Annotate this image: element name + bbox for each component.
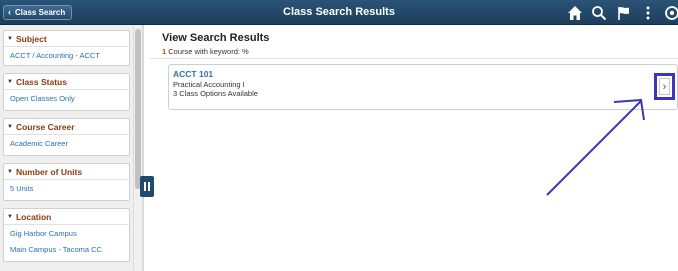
results-count-text: Course with keyword: % (168, 47, 249, 56)
more-icon[interactable] (640, 5, 656, 21)
facet-item-5-units[interactable]: 5 Units (4, 180, 129, 196)
collapse-triangle-icon: ▼ (7, 35, 13, 42)
header-bar: ‹ Class Search Class Search Results (0, 0, 678, 25)
course-detail-button[interactable]: › (654, 73, 675, 100)
collapse-triangle-icon: ▼ (7, 213, 13, 220)
back-button-label: Class Search (15, 8, 66, 17)
results-title: View Search Results (162, 32, 270, 44)
facet-item-acct[interactable]: ACCT / Accounting - ACCT (4, 47, 129, 63)
chevron-right-icon: › (659, 78, 670, 95)
facet-number-of-units-header[interactable]: ▼ Number of Units (4, 164, 129, 180)
facet-class-status: ▼ Class Status Open Classes Only (3, 73, 130, 111)
pause-bar-icon (148, 182, 150, 191)
results-separator (150, 58, 678, 59)
panel-divider (142, 25, 144, 271)
collapse-panel-button[interactable] (140, 176, 154, 197)
scrollbar-thumb[interactable] (135, 29, 141, 189)
collapse-triangle-icon: ▼ (7, 78, 13, 85)
course-name: Practical Accounting I (173, 80, 245, 89)
facet-subject: ▼ Subject ACCT / Accounting - ACCT (3, 30, 130, 66)
navbar-icon[interactable] (664, 5, 678, 21)
facet-number-of-units: ▼ Number of Units 5 Units (3, 163, 130, 201)
results-count: 1 Course with keyword: % (162, 47, 249, 56)
facet-item-academic-career[interactable]: Academic Career (4, 135, 129, 151)
facet-class-status-header[interactable]: ▼ Class Status (4, 74, 129, 90)
back-button[interactable]: ‹ Class Search (3, 5, 73, 20)
chevron-left-icon: ‹ (8, 7, 11, 17)
facet-item-main-campus[interactable]: Main Campus - Tacoma CC (4, 241, 129, 257)
facet-subject-header[interactable]: ▼ Subject (4, 31, 129, 47)
collapse-triangle-icon: ▼ (7, 168, 13, 175)
collapse-triangle-icon: ▼ (7, 123, 13, 130)
facet-course-career: ▼ Course Career Academic Career (3, 118, 130, 156)
facet-course-career-header[interactable]: ▼ Course Career (4, 119, 129, 135)
facet-location-header[interactable]: ▼ Location (4, 209, 129, 225)
course-result-card[interactable]: ACCT 101 Practical Accounting I 3 Class … (168, 64, 678, 110)
course-options: 3 Class Options Available (173, 89, 258, 98)
pause-bar-icon (144, 182, 146, 191)
home-icon[interactable] (567, 5, 583, 21)
filter-panel-scrollbar[interactable] (133, 25, 142, 271)
results-count-number: 1 (162, 47, 167, 56)
search-icon[interactable] (591, 5, 607, 21)
course-code: ACCT 101 (173, 69, 214, 79)
facet-location: ▼ Location Gig Harbor Campus Main Campus… (3, 208, 130, 262)
flag-icon[interactable] (616, 5, 632, 21)
facet-item-gig-harbor[interactable]: Gig Harbor Campus (4, 225, 129, 241)
facet-item-open-classes[interactable]: Open Classes Only (4, 90, 129, 106)
